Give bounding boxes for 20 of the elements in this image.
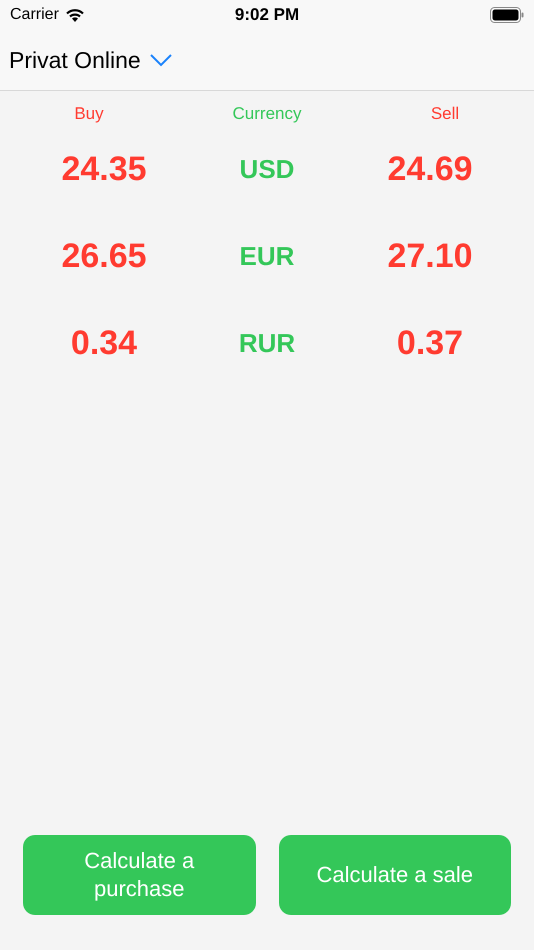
buy-rate: 24.35 — [61, 149, 147, 190]
currency-code: USD — [240, 153, 294, 186]
chevron-down-icon[interactable] — [148, 53, 173, 67]
nav-title: Privat Online — [9, 46, 141, 75]
sell-rate: 24.69 — [387, 149, 473, 190]
sell-rate: 0.37 — [396, 323, 464, 364]
buy-rate: 0.34 — [70, 323, 138, 364]
time-label: 9:02 PM — [234, 4, 300, 26]
battery-icon — [490, 7, 524, 23]
column-header: Currency — [232, 102, 302, 125]
sell-rate: 27.10 — [387, 236, 473, 277]
carrier-label: Carrier — [10, 5, 59, 25]
currency-code: EUR — [240, 240, 294, 273]
buy-rate: 26.65 — [61, 236, 147, 277]
wifi-icon — [64, 8, 85, 22]
calculate-button[interactable]: Calculate a sale — [278, 835, 511, 915]
column-header: Buy — [74, 102, 104, 125]
column-header: Sell — [430, 102, 460, 125]
currency-code: RUR — [238, 327, 296, 360]
calculate-button[interactable]: Calculate a purchase — [23, 835, 256, 915]
